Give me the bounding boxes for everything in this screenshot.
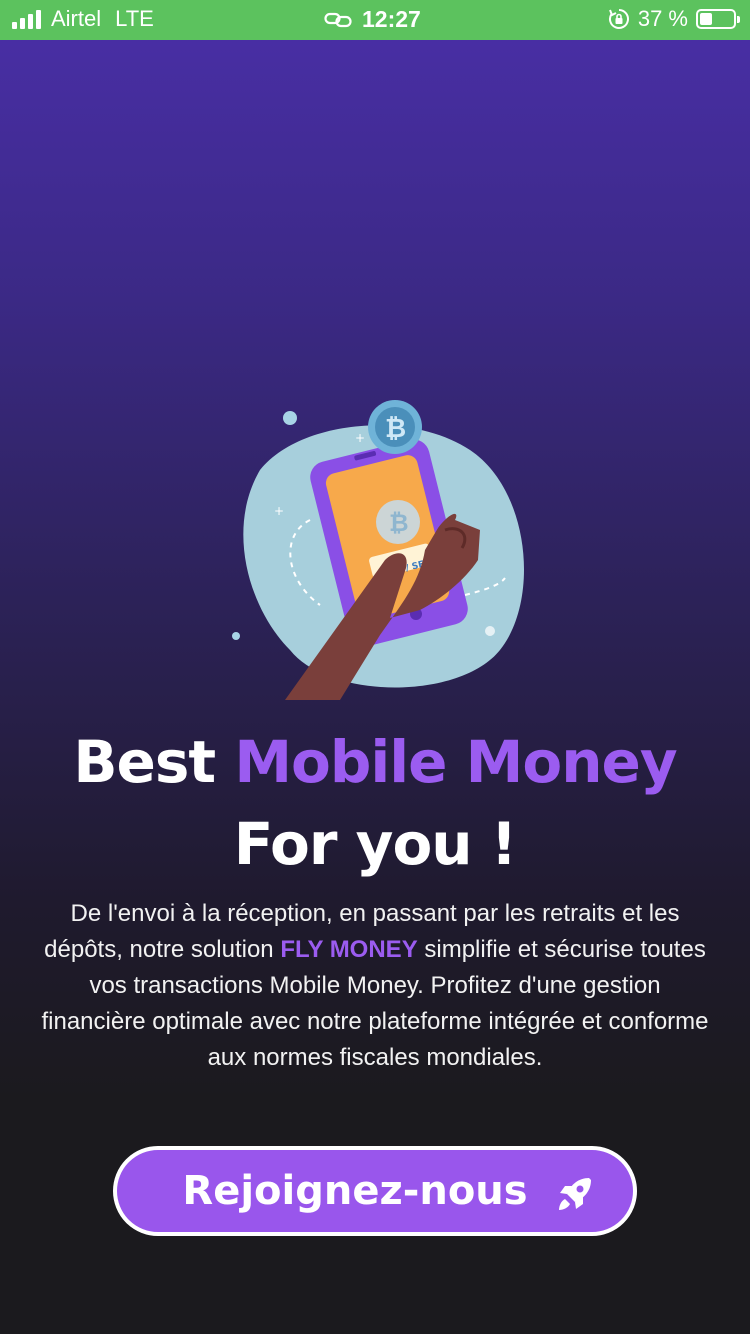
headline-accent: Mobile Money: [234, 728, 677, 796]
headline-line-1: Best Mobile Money: [0, 728, 750, 796]
svg-text:₿: ₿: [389, 509, 409, 537]
status-bar: Airtel LTE 12:27 37 %: [0, 0, 750, 40]
link-icon: [324, 12, 352, 27]
rocket-icon: [559, 1178, 591, 1210]
description-text: De l'envoi à la réception, en passant pa…: [40, 896, 710, 1076]
brand-name: FLY MONEY: [280, 936, 418, 963]
headline-line-2: For you !: [233, 810, 518, 878]
carrier-label: Airtel: [51, 6, 102, 31]
mobile-money-illustration: + + + + BUY / SELL ₿ ₿: [232, 400, 525, 700]
svg-text:+: +: [355, 431, 365, 445]
svg-text:+: +: [274, 504, 284, 518]
join-us-label: Rejoignez-nous: [182, 1168, 528, 1214]
network-label: LTE: [115, 6, 154, 31]
status-center: 12:27: [324, 6, 421, 33]
bubble-dot: [283, 411, 297, 425]
status-right: 37 %: [608, 6, 740, 32]
bubble-dot: [485, 626, 495, 636]
join-us-button[interactable]: Rejoignez-nous: [113, 1146, 637, 1236]
status-left: Airtel LTE: [12, 6, 154, 32]
headline-prefix: Best: [73, 728, 216, 796]
signal-icon: [12, 9, 41, 29]
orientation-lock-icon: [608, 9, 629, 29]
bitcoin-icon: ₿: [368, 400, 422, 454]
svg-text:₿: ₿: [385, 414, 406, 444]
battery-fill: [700, 13, 712, 25]
clock: 12:27: [362, 6, 421, 32]
bubble-dot: [232, 632, 240, 640]
battery-percent: 37 %: [637, 6, 688, 31]
battery-icon: [696, 9, 740, 29]
